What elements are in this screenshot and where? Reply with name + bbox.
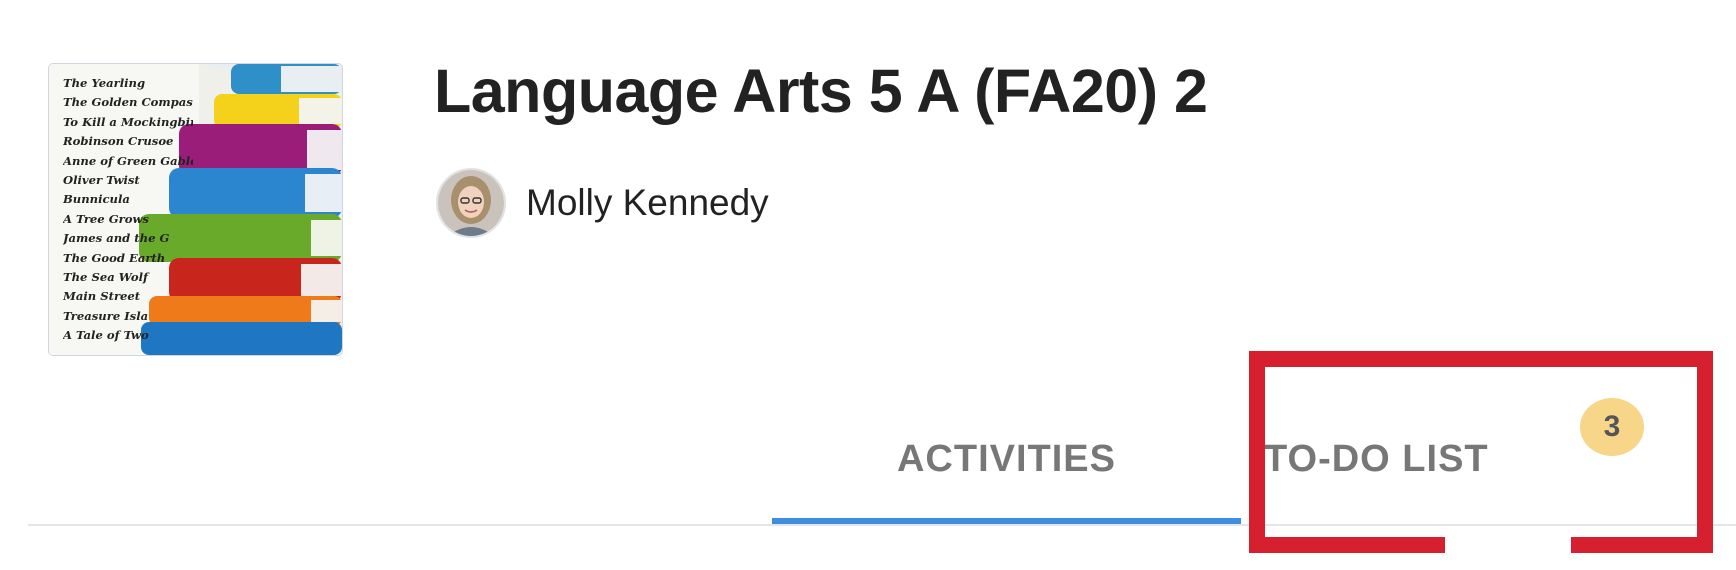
teacher-avatar[interactable]	[436, 168, 506, 238]
tab-activities-label: ACTIVITIES	[896, 438, 1117, 480]
book-title: A Tree Grows	[63, 211, 149, 226]
book-title: Anne of Green Gables	[63, 153, 193, 168]
tab-activities[interactable]: ACTIVITIES	[772, 420, 1241, 520]
tab-todo-list-label: TO-DO LIST	[1264, 438, 1489, 480]
book-title: Bunnicula	[63, 192, 130, 207]
teacher-info[interactable]: Molly Kennedy	[436, 168, 769, 238]
book-title: To Kill a Mockingbird	[63, 114, 193, 129]
book-title: Treasure Isla	[63, 308, 149, 323]
book-title: The Good Earth	[63, 250, 166, 265]
highlight-annotation-bottom-left	[1249, 537, 1445, 553]
course-title: Language Arts 5 A (FA20) 2	[434, 57, 1208, 125]
book-title: Oliver Twist	[63, 173, 140, 188]
highlight-annotation-bottom-right	[1571, 537, 1713, 553]
book-title: The Golden Compass	[63, 95, 193, 110]
book-title: The Sea Wolf	[63, 270, 148, 285]
todo-count-badge: 3	[1580, 398, 1644, 456]
tab-todo-list[interactable]: TO-DO LIST	[1264, 420, 1534, 520]
tabs-divider	[28, 524, 1736, 526]
book-title: A Tale of Two	[63, 328, 149, 343]
course-image: The Yearling The Golden Compass To Kill …	[49, 64, 342, 355]
book-title: James and the G	[63, 231, 170, 246]
teacher-name[interactable]: Molly Kennedy	[526, 182, 769, 224]
book-title: Main Street	[63, 289, 141, 304]
book-title: The Yearling	[63, 76, 146, 90]
book-title: Robinson Crusoe	[63, 134, 174, 149]
avatar-icon	[438, 170, 504, 236]
book-title-list: The Yearling The Golden Compass To Kill …	[63, 74, 193, 346]
